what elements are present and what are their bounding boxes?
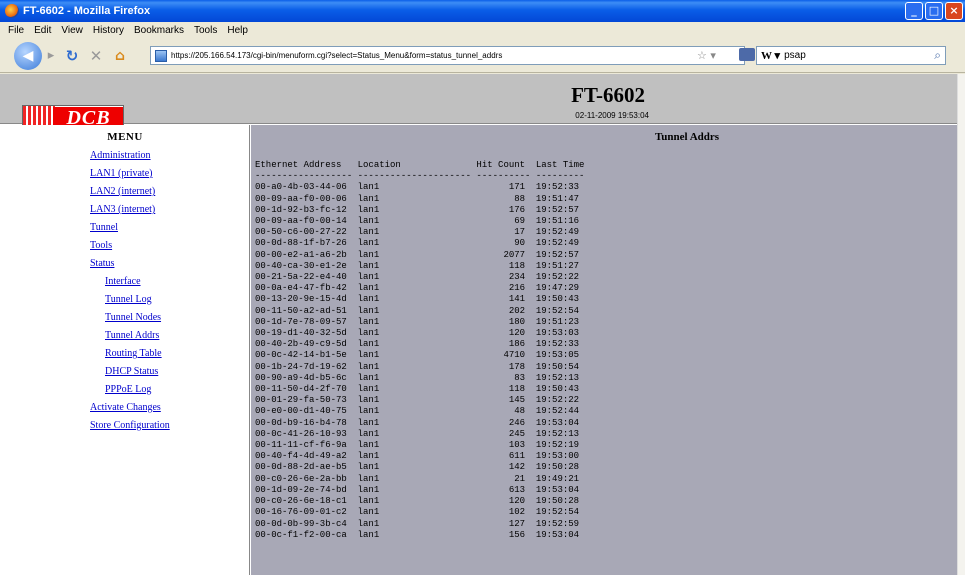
table-row: 00-1b-24-7d-19-62 lan1 178 19:50:54 — [255, 361, 580, 372]
menu-link-lan3-internet[interactable]: LAN3 (internet) — [0, 201, 249, 219]
table-row: 00-01-29-fa-50-73 lan1 145 19:52:22 — [255, 395, 580, 406]
table-row: 00-40-ca-30-e1-2e lan1 118 19:51:27 — [255, 260, 580, 271]
menu-link-tunnel-log[interactable]: Tunnel Log — [0, 291, 249, 309]
menu-link-tunnel[interactable]: Tunnel — [0, 219, 249, 237]
table-row: 00-1d-7e-78-09-57 lan1 180 19:51:23 — [255, 316, 580, 327]
search-icon[interactable]: ⌕ — [934, 48, 941, 63]
firefox-icon — [5, 4, 19, 18]
table-row: 00-c0-26-6e-2a-bb lan1 21 19:49:21 — [255, 473, 580, 484]
tunnel-addrs-table: Ethernet Address Location Hit Count Last… — [255, 160, 957, 541]
table-row: 00-90-a9-4d-b5-6c lan1 83 19:52:13 — [255, 372, 580, 383]
search-value: psap — [784, 50, 806, 61]
menu-link-pppoe-log[interactable]: PPPoE Log — [0, 381, 249, 399]
sidebar-menu: MENU Administration LAN1 (private) LAN2 (i… — [0, 125, 250, 575]
page-header: DCB FT-6602 02-11-2009 19:53:04 — [0, 74, 957, 131]
table-row: 00-0d-b9-16-b4-78 lan1 246 19:53:04 — [255, 417, 580, 428]
table-row: 00-0c-f1-f2-00-ca lan1 156 19:53:04 — [255, 529, 580, 540]
title-bar: FT-6602 - Mozilla Firefox _ □ × — [0, 0, 965, 22]
page-scrollbar[interactable] — [957, 74, 965, 575]
table-row: 00-0c-41-26-10-93 lan1 245 19:52:13 — [255, 428, 580, 439]
table-row: 00-0d-0b-99-3b-c4 lan1 127 19:52:59 — [255, 518, 580, 529]
home-icon[interactable]: ⌂ — [108, 44, 132, 68]
menu-link-tunnel-nodes[interactable]: Tunnel Nodes — [0, 309, 249, 327]
table-row: 00-0c-42-14-b1-5e lan1 4710 19:53:05 — [255, 350, 580, 361]
menu-link-tools[interactable]: Tools — [0, 237, 249, 255]
reload-icon[interactable]: ↻ — [60, 44, 84, 68]
url-bar[interactable]: https://205.166.54.173/cgi-bin/menuform.… — [150, 46, 745, 65]
search-input[interactable]: W ▾ psap ⌕ — [756, 46, 946, 65]
table-row: 00-1d-92-b3-fc-12 lan1 176 19:52:57 — [255, 204, 580, 215]
menu-link-status[interactable]: Status — [0, 255, 249, 273]
menu-help[interactable]: Help — [223, 25, 254, 36]
menu-link-store-configuration[interactable]: Store Configuration — [0, 417, 249, 435]
menu-tools[interactable]: Tools — [190, 25, 223, 36]
printer-icon[interactable] — [739, 48, 755, 61]
table-row: 00-11-50-d4-2f-70 lan1 118 19:50:43 — [255, 384, 580, 395]
menu-title: MENU — [107, 131, 143, 143]
menu-link-interface[interactable]: Interface — [0, 273, 249, 291]
forward-button[interactable]: ▸ — [42, 44, 60, 68]
table-rule: ------------------ ---------------------… — [255, 171, 585, 182]
window-title: FT-6602 - Mozilla Firefox — [23, 5, 151, 17]
site-icon — [155, 49, 167, 62]
table-row: 00-0a-e4-47-fb-42 lan1 216 19:47:29 — [255, 283, 580, 294]
table-row: 00-c0-26-6e-18-c1 lan1 120 19:50:28 — [255, 496, 580, 507]
table-row: 00-1d-09-2e-74-bd lan1 613 19:53:04 — [255, 484, 580, 495]
table-row: 00-16-76-09-01-c2 lan1 102 19:52:54 — [255, 507, 580, 518]
menu-bar: File Edit View History Bookmarks Tools Help — [0, 22, 965, 39]
table-row: 00-09-aa-f0-00-06 lan1 88 19:51:47 — [255, 193, 580, 204]
wikipedia-icon[interactable]: W ▾ — [761, 49, 780, 62]
menu-link-dhcp-status[interactable]: DHCP Status — [0, 363, 249, 381]
minimize-button[interactable]: _ — [905, 2, 923, 20]
table-row: 00-40-2b-49-c9-5d lan1 186 19:52:33 — [255, 339, 580, 350]
menu-edit[interactable]: Edit — [30, 25, 57, 36]
back-button[interactable]: ◀ — [14, 41, 42, 70]
table-row: 00-a0-4b-03-44-06 lan1 171 19:52:33 — [255, 182, 580, 193]
menu-view[interactable]: View — [57, 25, 89, 36]
menu-link-lan1-private[interactable]: LAN1 (private) — [0, 165, 249, 183]
menu-link-lan2-internet[interactable]: LAN2 (internet) — [0, 183, 249, 201]
stop-icon[interactable]: ✕ — [84, 44, 108, 68]
menu-link-activate-changes[interactable]: Activate Changes — [0, 399, 249, 417]
menu-list: Administration LAN1 (private) LAN2 (intern… — [0, 147, 249, 435]
maximize-button[interactable]: □ — [925, 2, 943, 20]
table-row: 00-00-e2-a1-a6-2b lan1 2077 19:52:57 — [255, 249, 580, 260]
device-model: FT-6602 — [571, 83, 645, 107]
table-row: 00-40-f4-4d-49-a2 lan1 611 19:53:00 — [255, 451, 580, 462]
table-row: 00-e0-00-d1-40-75 lan1 48 19:52:44 — [255, 406, 580, 417]
close-button[interactable]: × — [945, 2, 963, 20]
menu-file[interactable]: File — [4, 25, 30, 36]
table-header: Ethernet Address Location Hit Count Last… — [255, 160, 585, 170]
bookmark-star-icon[interactable]: ☆ ▾ — [697, 49, 716, 62]
table-row: 00-11-50-a2-ad-51 lan1 202 19:52:54 — [255, 305, 580, 316]
table-row: 00-11-11-cf-f6-9a lan1 103 19:52:19 — [255, 440, 580, 451]
url-text: https://205.166.54.173/cgi-bin/menuform.… — [171, 51, 503, 60]
table-row: 00-19-d1-40-32-5d lan1 120 19:53:03 — [255, 328, 580, 339]
device-datetime: 02-11-2009 19:53:04 — [575, 111, 649, 120]
table-row: 00-0d-88-1f-b7-26 lan1 90 19:52:49 — [255, 238, 580, 249]
table-row: 00-50-c6-00-27-22 lan1 17 19:52:49 — [255, 227, 580, 238]
browser-window: FT-6602 - Mozilla Firefox _ □ × File Edit… — [0, 0, 965, 575]
menu-link-routing-table[interactable]: Routing Table — [0, 345, 249, 363]
menu-history[interactable]: History — [89, 25, 130, 36]
menu-bookmarks[interactable]: Bookmarks — [130, 25, 190, 36]
table-row: 00-0d-88-2d-ae-b5 lan1 142 19:50:28 — [255, 462, 580, 473]
table-row: 00-13-20-9e-15-4d lan1 141 19:50:43 — [255, 294, 580, 305]
table-row: 00-09-aa-f0-00-14 lan1 69 19:51:16 — [255, 216, 580, 227]
panel-title: Tunnel Addrs — [654, 131, 720, 143]
menu-link-tunnel-addrs[interactable]: Tunnel Addrs — [0, 327, 249, 345]
page-content: DCB FT-6602 02-11-2009 19:53:04 MENU Adm… — [0, 74, 957, 575]
menu-link-administration[interactable]: Administration — [0, 147, 249, 165]
tunnel-addrs-panel: Tunnel Addrs Ethernet Address Location H… — [251, 125, 957, 575]
table-row: 00-21-5a-22-e4-40 lan1 234 19:52:22 — [255, 272, 580, 283]
